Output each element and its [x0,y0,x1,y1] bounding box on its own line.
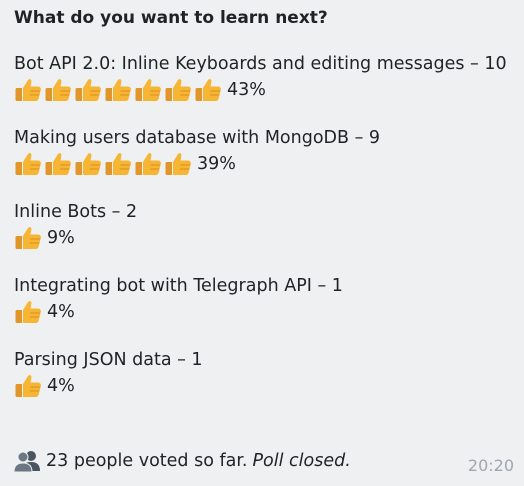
poll-option-percent: 43% [227,80,266,100]
voted-count-text: 23 people voted so far. [46,451,248,471]
thumbs-up-icon [104,151,133,177]
thumbs-up-icon-row [14,151,193,177]
poll-option: Making users database with MongoDB – 9 3… [14,125,510,177]
thumbs-up-icon [74,77,103,103]
thumbs-up-icon [74,151,103,177]
poll-option-votes: 4% [14,373,510,399]
thumbs-up-icon [14,225,43,251]
poll-option-votes: 4% [14,299,510,325]
thumbs-up-icon [14,151,43,177]
thumbs-up-icon [164,77,193,103]
poll-option-votes: 43% [14,77,510,103]
thumbs-up-icon-row [14,373,43,399]
message-time: 20:20 [467,456,514,475]
poll-closed-text: Poll closed. [252,451,351,471]
poll-option: Integrating bot with Telegraph API – 1 4… [14,273,510,325]
thumbs-up-icon [14,373,43,399]
poll-option: Inline Bots – 2 9% [14,199,510,251]
poll-option: Bot API 2.0: Inline Keyboards and editin… [14,51,510,103]
people-icon [13,449,40,473]
poll-option-text: Making users database with MongoDB – 9 [14,128,381,148]
poll-option-percent: 4% [47,376,75,396]
poll-message: What do you want to learn next? Bot API … [0,0,524,486]
thumbs-up-icon-row [14,225,43,251]
poll-option-percent: 4% [47,302,75,322]
thumbs-up-icon [14,77,43,103]
poll-option-text: Inline Bots – 2 [14,202,138,222]
thumbs-up-icon [44,151,73,177]
poll-option: Parsing JSON data – 1 4% [14,347,510,399]
poll-title: What do you want to learn next? [14,8,328,28]
thumbs-up-icon [134,77,163,103]
poll-option-text: Integrating bot with Telegraph API – 1 [14,276,343,296]
thumbs-up-icon [104,77,133,103]
thumbs-up-icon [194,77,223,103]
thumbs-up-icon [44,77,73,103]
thumbs-up-icon [164,151,193,177]
poll-option-votes: 9% [14,225,510,251]
thumbs-up-icon [14,299,43,325]
poll-option-percent: 9% [47,228,75,248]
poll-option-text: Parsing JSON data – 1 [14,350,203,370]
thumbs-up-icon-row [14,77,223,103]
poll-option-votes: 39% [14,151,510,177]
thumbs-up-icon-row [14,299,43,325]
thumbs-up-icon [134,151,163,177]
poll-option-text: Bot API 2.0: Inline Keyboards and editin… [14,54,507,74]
poll-footer: 23 people voted so far. Poll closed. [13,448,351,474]
poll-option-percent: 39% [197,154,236,174]
